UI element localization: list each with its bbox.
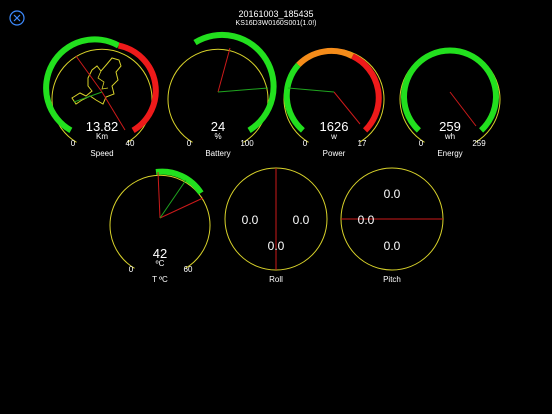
temperature-gauge: 42 ºC 0 60 T ºC [109, 168, 211, 284]
pitch-label: Pitch [383, 275, 401, 284]
speed-unit: Km [96, 132, 108, 141]
energy-min: 0 [419, 139, 424, 148]
power-min: 0 [303, 139, 308, 148]
dashboard: 13.82 Km 0 40 Speed 24 % 0 100 Battery 1… [43, 31, 501, 284]
speed-label: Speed [90, 149, 113, 158]
energy-label: Energy [437, 149, 462, 158]
battery-min: 0 [187, 139, 192, 148]
roll-left-value: 0.0 [242, 213, 259, 227]
energy-gauge: 259 wh 0 259 Energy [399, 47, 501, 158]
battery-unit: % [214, 132, 221, 141]
power-gauge: 1626 w 0 17 Power [283, 47, 385, 158]
temperature-label: T ºC [152, 275, 168, 284]
pitch-top-value: 0.0 [384, 187, 401, 201]
roll-indicator: 0.0 0.0 0.0 Roll [224, 167, 328, 284]
energy-unit: wh [444, 132, 455, 141]
pitch-indicator: 0.0 0.0 0.0 Pitch [340, 167, 444, 284]
temperature-max: 60 [184, 265, 193, 274]
temperature-min: 0 [129, 265, 134, 274]
roll-bottom-value: 0.0 [268, 239, 285, 253]
speed-max: 40 [126, 139, 135, 148]
temperature-unit: ºC [156, 259, 165, 268]
pitch-left-value: 0.0 [358, 213, 375, 227]
power-unit: w [330, 132, 337, 141]
roll-label: Roll [269, 275, 283, 284]
battery-gauge: 24 % 0 100 Battery [167, 31, 277, 158]
energy-max: 259 [472, 139, 486, 148]
power-max: 17 [358, 139, 367, 148]
battery-max: 100 [240, 139, 254, 148]
pitch-bottom-value: 0.0 [384, 239, 401, 253]
speed-min: 0 [71, 139, 76, 148]
route-map [71, 57, 122, 105]
speed-gauge: 13.82 Km 0 40 Speed [43, 36, 159, 158]
battery-label: Battery [205, 149, 230, 158]
power-label: Power [323, 149, 346, 158]
roll-right-value: 0.0 [293, 213, 310, 227]
